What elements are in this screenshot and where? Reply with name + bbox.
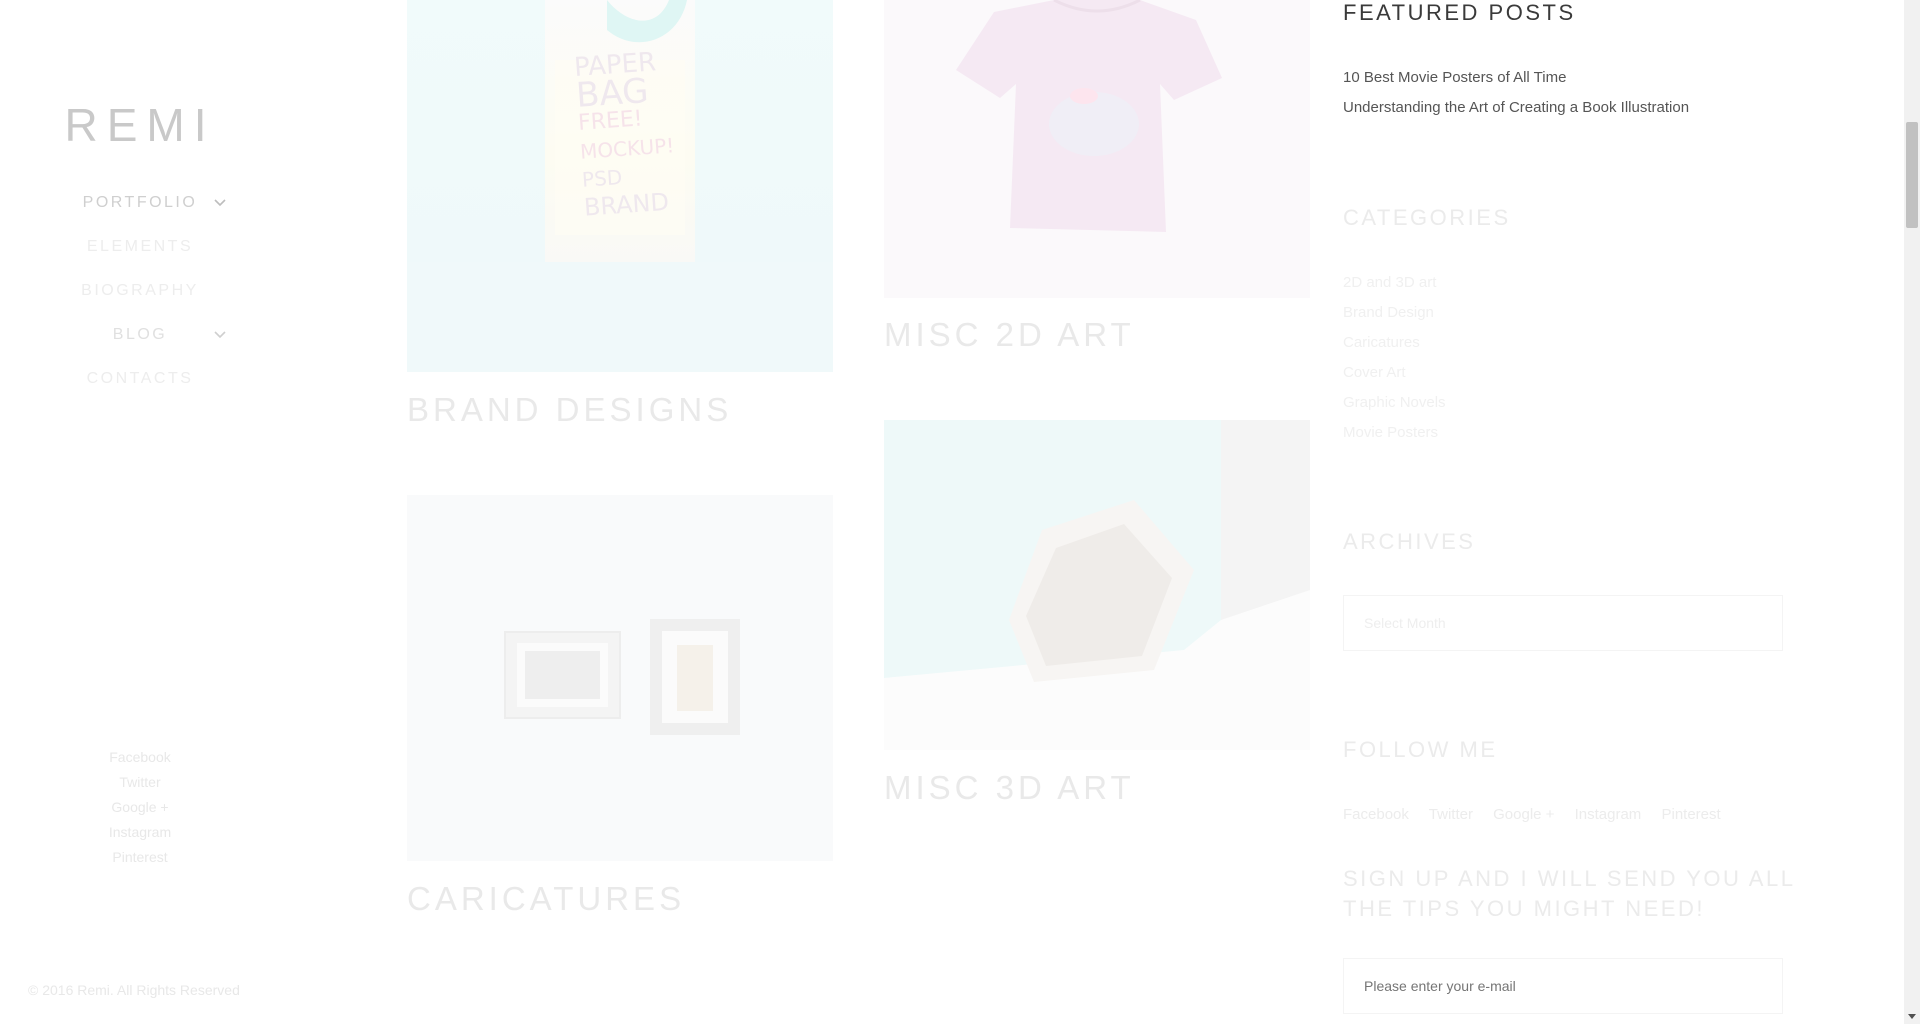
portfolio-image-misc-2d-art[interactable] <box>884 0 1310 298</box>
nav-item-label: PORTFOLIO <box>82 194 198 211</box>
featured-post-link[interactable]: 10 Best Movie Posters of All Time <box>1343 69 1566 86</box>
portfolio-image-misc-3d-art[interactable] <box>884 420 1310 750</box>
chevron-down-icon[interactable] <box>213 196 227 210</box>
social-link-instagram[interactable]: Instagram <box>0 820 280 845</box>
nav-item-elements[interactable]: ELEMENTS <box>0 233 280 277</box>
portfolio-title-brand-designs[interactable]: BRAND DESIGNS <box>407 391 732 429</box>
social-link-facebook[interactable]: Facebook <box>0 745 280 770</box>
site-logo[interactable]: REMI <box>0 98 280 152</box>
follow-link-instagram[interactable]: Instagram <box>1575 806 1642 823</box>
archives-heading: ARCHIVES <box>1343 529 1476 554</box>
select-value: Select Month <box>1364 615 1446 631</box>
sidebar-social-links: Facebook Twitter Google + Instagram Pint… <box>0 745 280 870</box>
left-sidebar: REMI PORTFOLIO ELEMENTS BIOGRAPHY BLOG C… <box>0 0 280 1024</box>
nav-item-portfolio[interactable]: PORTFOLIO <box>0 189 280 233</box>
chevron-down-icon[interactable] <box>213 328 227 342</box>
follow-link-twitter[interactable]: Twitter <box>1429 806 1473 823</box>
nav-item-label: BIOGRAPHY <box>81 282 199 299</box>
portfolio-title-misc-3d-art[interactable]: MISC 3D ART <box>884 769 1135 807</box>
category-link[interactable]: 2D and 3D art <box>1343 274 1436 291</box>
nav-item-label: ELEMENTS <box>86 238 194 255</box>
archives-month-select[interactable]: Select Month <box>1343 595 1783 651</box>
nav-item-biography[interactable]: BIOGRAPHY <box>0 277 280 321</box>
signup-heading: SIGN UP AND I WILL SEND YOU ALL THE TIPS… <box>1343 866 1795 921</box>
nav-item-blog[interactable]: BLOG <box>0 321 280 365</box>
category-link[interactable]: Graphic Novels <box>1343 394 1446 411</box>
nav-item-label: CONTACTS <box>86 370 194 387</box>
portfolio-title-caricatures[interactable]: CARICATURES <box>407 880 685 918</box>
copyright-text: © 2016 Remi. All Rights Reserved <box>28 982 240 998</box>
category-link[interactable]: Movie Posters <box>1343 424 1438 441</box>
scrollbar-thumb[interactable] <box>1906 122 1918 228</box>
main-nav: PORTFOLIO ELEMENTS BIOGRAPHY BLOG CONTAC… <box>0 189 280 409</box>
categories-heading: CATEGORIES <box>1343 205 1511 230</box>
social-link-google-plus[interactable]: Google + <box>0 795 280 820</box>
scroll-down-arrow-icon[interactable] <box>1904 1008 1920 1024</box>
follow-me-heading: FOLLOW ME <box>1343 737 1498 762</box>
email-field[interactable] <box>1343 958 1783 1014</box>
featured-post-link[interactable]: Understanding the Art of Creating a Book… <box>1343 99 1689 116</box>
nav-item-label: BLOG <box>112 326 168 343</box>
category-link[interactable]: Brand Design <box>1343 304 1434 321</box>
follow-link-google-plus[interactable]: Google + <box>1493 806 1554 823</box>
bag-print-text: PAPER BAG FREE! MOCKUP! PSD BRAND <box>573 47 675 222</box>
portfolio-image-caricatures[interactable] <box>407 495 833 861</box>
nav-item-contacts[interactable]: CONTACTS <box>0 365 280 409</box>
category-link[interactable]: Caricatures <box>1343 334 1420 351</box>
follow-links: Facebook Twitter Google + Instagram Pint… <box>1343 806 1737 823</box>
portfolio-title-misc-2d-art[interactable]: MISC 2D ART <box>884 316 1135 354</box>
portfolio-image-brand-designs[interactable]: PAPER BAG FREE! MOCKUP! PSD BRAND <box>407 0 833 372</box>
social-link-twitter[interactable]: Twitter <box>0 770 280 795</box>
social-link-pinterest[interactable]: Pinterest <box>0 845 280 870</box>
follow-link-pinterest[interactable]: Pinterest <box>1661 806 1720 823</box>
category-link[interactable]: Cover Art <box>1343 364 1406 381</box>
follow-link-facebook[interactable]: Facebook <box>1343 806 1409 823</box>
featured-posts-heading: FEATURED POSTS <box>1343 0 1576 25</box>
